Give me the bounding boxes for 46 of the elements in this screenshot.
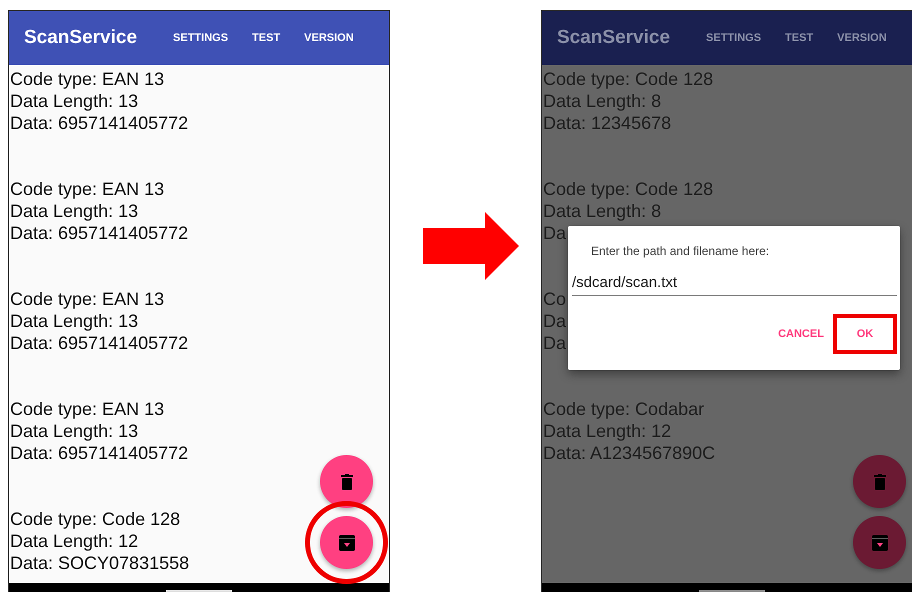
scan-result-line: Data: 6957141405772 [10, 222, 188, 244]
scan-result-line: Code type: Code 128 [10, 508, 180, 530]
home-indicator [166, 590, 232, 592]
scan-result-line: Data Length: 8 [543, 200, 662, 222]
dialog-button[interactable]: OK [833, 314, 897, 354]
save-button[interactable] [320, 516, 373, 569]
delete-button[interactable] [320, 455, 373, 508]
menu-action[interactable]: SETTINGS [706, 32, 762, 44]
scan-result-line: Data: SOCY07831558 [10, 552, 190, 574]
scan-result-line: Data: 6957141405772 [10, 112, 188, 134]
scan-result-line: Data: 12345678 [543, 112, 672, 134]
trash-icon [340, 474, 352, 490]
scan-result-line: Da [543, 332, 566, 354]
scan-result-line: Code type: EAN 13 [10, 68, 164, 90]
scan-result-line: Da [543, 222, 566, 244]
scan-result-line: Code type: Code 128 [543, 178, 714, 200]
download-box-icon [872, 534, 888, 550]
scan-result-line: Data: 6957141405772 [10, 442, 188, 464]
scan-result-line: Data Length: 13 [10, 310, 138, 332]
scan-result-line: Data Length: 13 [10, 420, 138, 442]
trash-icon [874, 474, 886, 490]
menu-action[interactable]: VERSION [304, 32, 354, 44]
menu-action[interactable]: VERSION [837, 32, 887, 44]
scan-result-line: Code type: EAN 13 [10, 398, 164, 420]
app-title: ScanService [557, 27, 670, 49]
scan-result-line: Data Length: 13 [10, 200, 138, 222]
download-box-icon [338, 534, 354, 550]
scan-result-line: Da [543, 310, 566, 332]
menu-action[interactable]: TEST [785, 32, 814, 44]
scan-result-line: Data Length: 12 [543, 420, 672, 442]
app-title: ScanService [24, 27, 138, 49]
scan-result-line: Data: 6957141405772 [10, 332, 188, 354]
home-indicator [699, 590, 765, 592]
menu-action[interactable]: SETTINGS [173, 32, 228, 44]
scan-result-line: Code type: Codabar [543, 398, 704, 420]
scan-result-line: Code type: Code 128 [543, 68, 714, 90]
scan-result-line: Code type: EAN 13 [10, 178, 164, 200]
scan-result-line: Data Length: 12 [10, 530, 138, 552]
scan-result-line: Data Length: 8 [543, 90, 662, 112]
menu-action[interactable]: TEST [252, 32, 280, 44]
scan-result-line: Data Length: 13 [10, 90, 138, 112]
filename-field[interactable]: /sdcard/scan.txt [572, 274, 897, 296]
dialog-title: Enter the path and filename here: [590, 244, 770, 258]
scan-result-line: Data: A1234567890C [543, 442, 716, 464]
scan-result-line: Code type: EAN 13 [10, 288, 164, 310]
scan-result-line: Co [543, 288, 566, 310]
